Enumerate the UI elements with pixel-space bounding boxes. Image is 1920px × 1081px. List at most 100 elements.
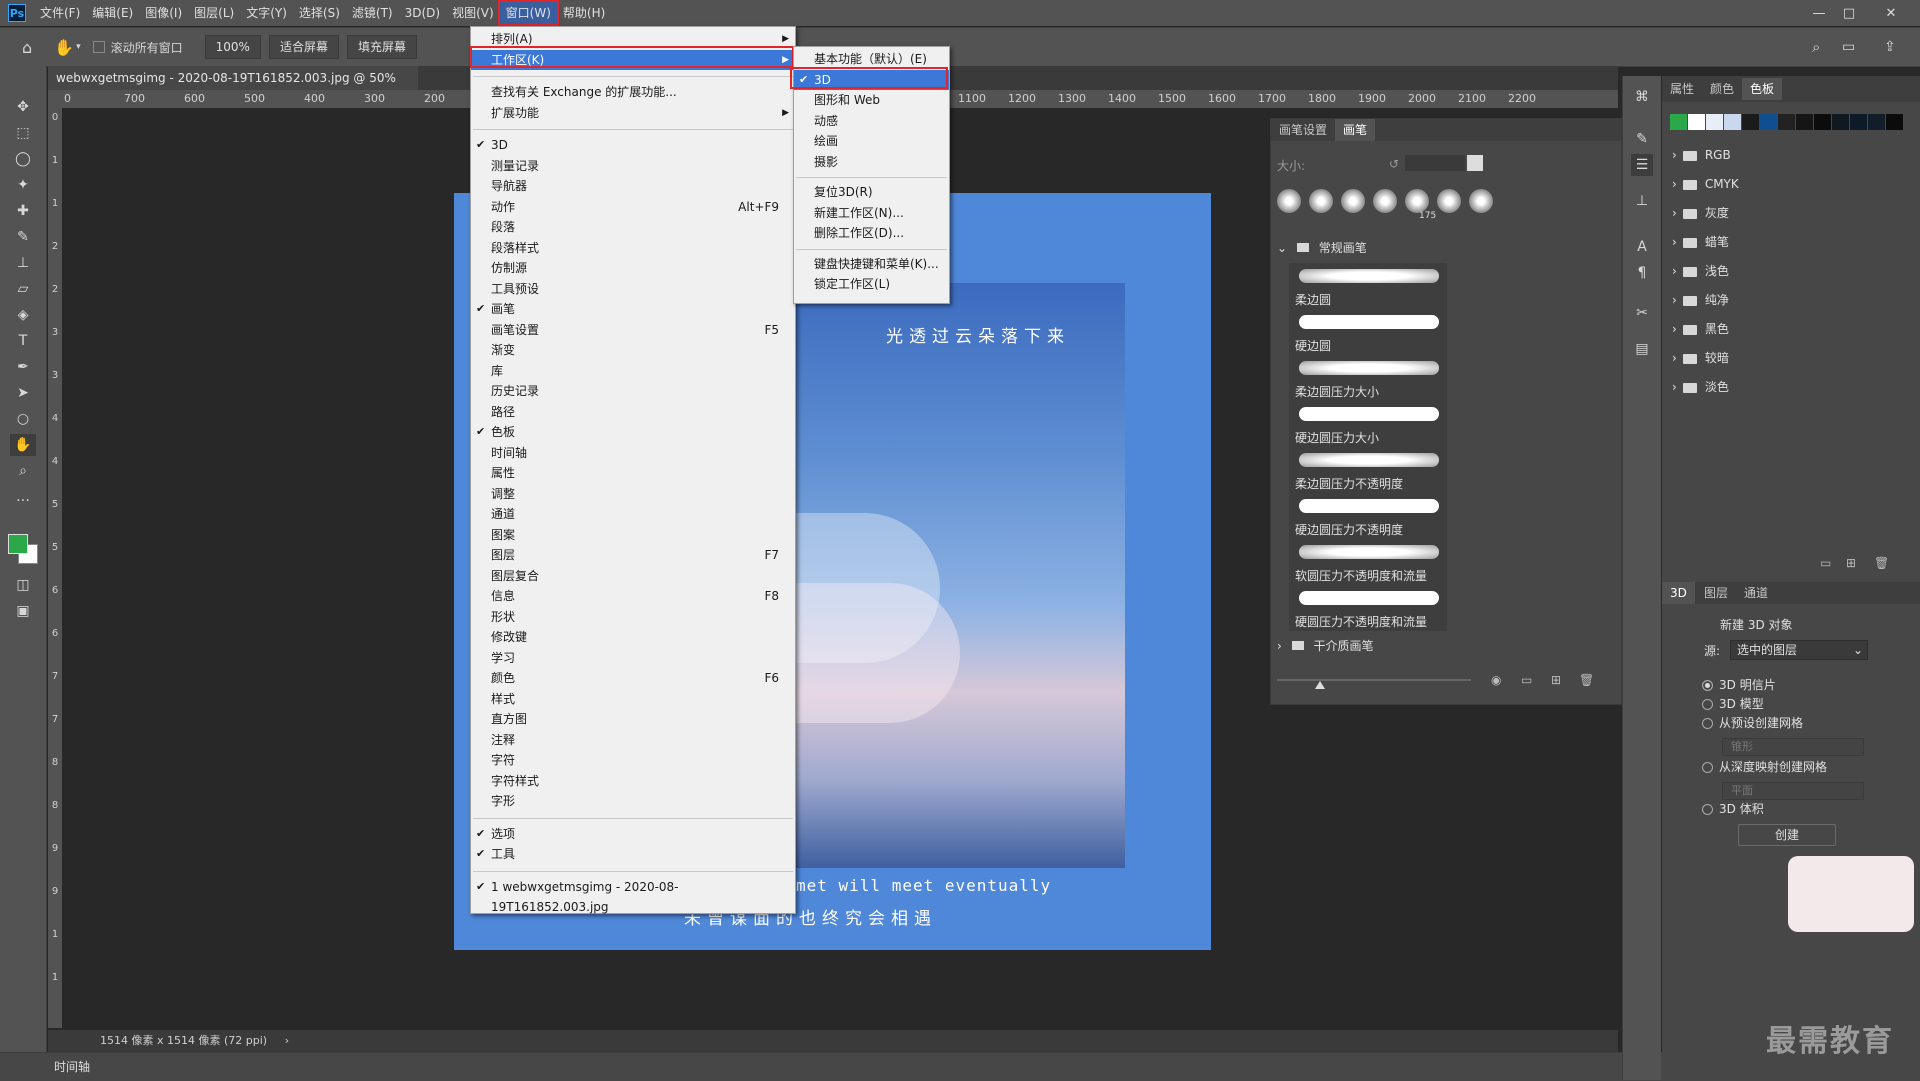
window-menu-item[interactable]: 属性 xyxy=(471,463,795,484)
window-menu-item[interactable]: 注释 xyxy=(471,730,795,751)
ellipse-tool-icon[interactable]: ○ xyxy=(10,408,36,430)
window-menu-item[interactable]: 颜色 F6 xyxy=(471,668,795,689)
window-menu-item[interactable]: 信息 F8 xyxy=(471,586,795,607)
workspace-menu-item[interactable]: 图形和 Web xyxy=(794,90,949,111)
menu-item-7[interactable]: 3D(D) xyxy=(399,2,446,24)
menu-item-8[interactable]: 视图(V) xyxy=(446,2,500,24)
pen-tool-icon[interactable]: ✒ xyxy=(10,356,36,378)
reset-icon[interactable]: ↺ xyxy=(1389,157,1399,171)
workspace-menu-item[interactable]: 删除工作区(D)... xyxy=(794,223,949,244)
eraser-tool-icon[interactable]: ▱ xyxy=(10,278,36,300)
character-icon[interactable]: A xyxy=(1631,236,1653,258)
window-menu-item[interactable]: ✔ 选项 xyxy=(471,824,795,845)
swatch-folder[interactable]: › 淡色 xyxy=(1672,376,1729,398)
tab-brush-settings[interactable]: 画笔设置 xyxy=(1271,119,1335,141)
color-swatch[interactable] xyxy=(1706,114,1723,130)
minimize-icon[interactable]: — xyxy=(1806,0,1832,26)
menu-item-1[interactable]: 编辑(E) xyxy=(86,2,139,24)
color-swatch[interactable] xyxy=(1850,114,1867,130)
3d-option-radio[interactable]: 从深度映射创建网格 xyxy=(1702,758,1827,776)
add-icon[interactable]: ⊞ xyxy=(1551,673,1561,687)
trash-icon[interactable]: 🗑 xyxy=(1579,673,1594,687)
fill-screen-button[interactable]: 填充屏幕 xyxy=(346,35,417,59)
color-swatch[interactable] xyxy=(1778,114,1795,130)
window-menu-item[interactable]: ✔ 3D xyxy=(471,135,795,156)
window-menu-item[interactable]: 字符样式 xyxy=(471,771,795,792)
hand-tool-icon[interactable]: ✋ xyxy=(54,38,74,57)
size-field[interactable] xyxy=(1405,155,1465,171)
window-menu-item[interactable]: 学习 xyxy=(471,648,795,669)
share-icon[interactable]: ⇪ xyxy=(1884,39,1896,55)
window-menu-item[interactable]: 历史记录 xyxy=(471,381,795,402)
window-menu-item[interactable]: 测量记录 xyxy=(471,156,795,177)
window-menu-item[interactable]: 段落样式 xyxy=(471,238,795,259)
add-icon[interactable]: ⊞ xyxy=(1846,556,1856,570)
create-button[interactable]: 创建 xyxy=(1738,824,1836,846)
swatch-folder[interactable]: › RGB xyxy=(1672,144,1731,166)
window-menu-item[interactable]: 库 xyxy=(471,361,795,382)
menu-item-3[interactable]: 图层(L) xyxy=(188,2,240,24)
close-icon[interactable]: ✕ xyxy=(1878,0,1904,26)
source-select[interactable]: 选中的图层 ⌄ xyxy=(1730,640,1868,660)
window-menu-item[interactable]: 路径 xyxy=(471,402,795,423)
menu-item-6[interactable]: 滤镜(T) xyxy=(346,2,399,24)
brush-tip-preset[interactable] xyxy=(1373,189,1397,213)
workspace-menu-item[interactable]: 锁定工作区(L) xyxy=(794,274,949,295)
folder-add-icon[interactable]: ▭ xyxy=(1820,556,1831,570)
lasso-tool-icon[interactable]: ◯ xyxy=(10,148,36,170)
3d-option-radio[interactable]: 3D 体积 xyxy=(1702,800,1764,818)
menu-item-10[interactable]: 帮助(H) xyxy=(557,2,611,24)
window-menu-item[interactable]: 字符 xyxy=(471,750,795,771)
brush-tip-preset[interactable] xyxy=(1469,189,1493,213)
window-menu-item[interactable]: 形状 xyxy=(471,607,795,628)
color-swatch[interactable] xyxy=(1688,114,1705,130)
window-menu-item[interactable]: 调整 xyxy=(471,484,795,505)
home-icon[interactable]: ⌂ xyxy=(22,38,32,57)
window-menu-item[interactable]: 段落 xyxy=(471,217,795,238)
swatch-folder[interactable]: › 黑色 xyxy=(1672,318,1729,340)
brush-group-general[interactable]: ⌄ 常规画笔 xyxy=(1277,239,1367,256)
more-tools-icon[interactable]: … xyxy=(10,486,36,508)
color-swatch[interactable] xyxy=(1868,114,1885,130)
window-menu-item[interactable]: ✔ 画笔 xyxy=(471,299,795,320)
swatch-folder[interactable]: › 较暗 xyxy=(1672,347,1729,369)
stamp-tool-icon[interactable]: ⊥ xyxy=(10,252,36,274)
menu-item-2[interactable]: 图像(I) xyxy=(139,2,188,24)
healing-brush-icon[interactable]: ✚ xyxy=(10,200,36,222)
workspace-menu-item[interactable]: 动感 xyxy=(794,111,949,132)
brush-tip-preset[interactable] xyxy=(1309,189,1333,213)
type-tool-icon[interactable]: T xyxy=(10,330,36,352)
brush-preset-row[interactable]: 硬边圆压力不透明度 xyxy=(1289,493,1447,539)
zoom-tool-icon[interactable]: ⌕ xyxy=(10,460,36,482)
window-menu-item[interactable]: 仿制源 xyxy=(471,258,795,279)
brush-preset-row[interactable]: 硬边圆压力大小 xyxy=(1289,401,1447,447)
window-menu-item[interactable]: 排列(A) ▶ xyxy=(471,29,795,50)
brush-preset-row[interactable]: 硬边圆 xyxy=(1289,309,1447,355)
chevron-down-icon[interactable]: ▾ xyxy=(76,42,81,52)
quick-mask-icon[interactable]: ◫ xyxy=(10,574,36,596)
window-menu-item[interactable]: ✔ 色板 xyxy=(471,422,795,443)
zoom-100-button[interactable]: 100% xyxy=(204,35,261,59)
brush-tip-preset[interactable] xyxy=(1341,189,1365,213)
brush-size-slider[interactable] xyxy=(1277,679,1471,681)
trash-icon[interactable]: 🗑 xyxy=(1874,556,1889,570)
hand-tool-icon[interactable]: ✋ xyxy=(10,434,36,456)
tools-icon[interactable]: ✂ xyxy=(1631,302,1653,324)
tab-3d[interactable]: 3D xyxy=(1662,582,1695,604)
foreground-color-swatch[interactable] xyxy=(8,534,28,554)
color-swatch[interactable] xyxy=(1796,114,1813,130)
paint-bucket-icon[interactable]: ◈ xyxy=(10,304,36,326)
maximize-icon[interactable]: □ xyxy=(1836,0,1862,26)
window-menu-item[interactable]: 导航器 xyxy=(471,176,795,197)
tab-color[interactable]: 颜色 xyxy=(1702,78,1742,100)
tab-brushes[interactable]: 画笔 xyxy=(1335,119,1376,141)
menu-item-0[interactable]: 文件(F) xyxy=(34,2,86,24)
slider-handle-icon[interactable] xyxy=(1315,681,1325,689)
window-menu-item[interactable]: 工具预设 xyxy=(471,279,795,300)
brush-preset-row[interactable]: 柔边圆 xyxy=(1289,263,1447,309)
menu-item-9[interactable]: 窗口(W) xyxy=(497,0,559,26)
window-menu-item[interactable]: 时间轴 xyxy=(471,443,795,464)
screen-mode-icon[interactable]: ▣ xyxy=(10,600,36,622)
window-menu-item[interactable]: 渐变 xyxy=(471,340,795,361)
visibility-icon[interactable]: ◉ xyxy=(1491,673,1501,687)
